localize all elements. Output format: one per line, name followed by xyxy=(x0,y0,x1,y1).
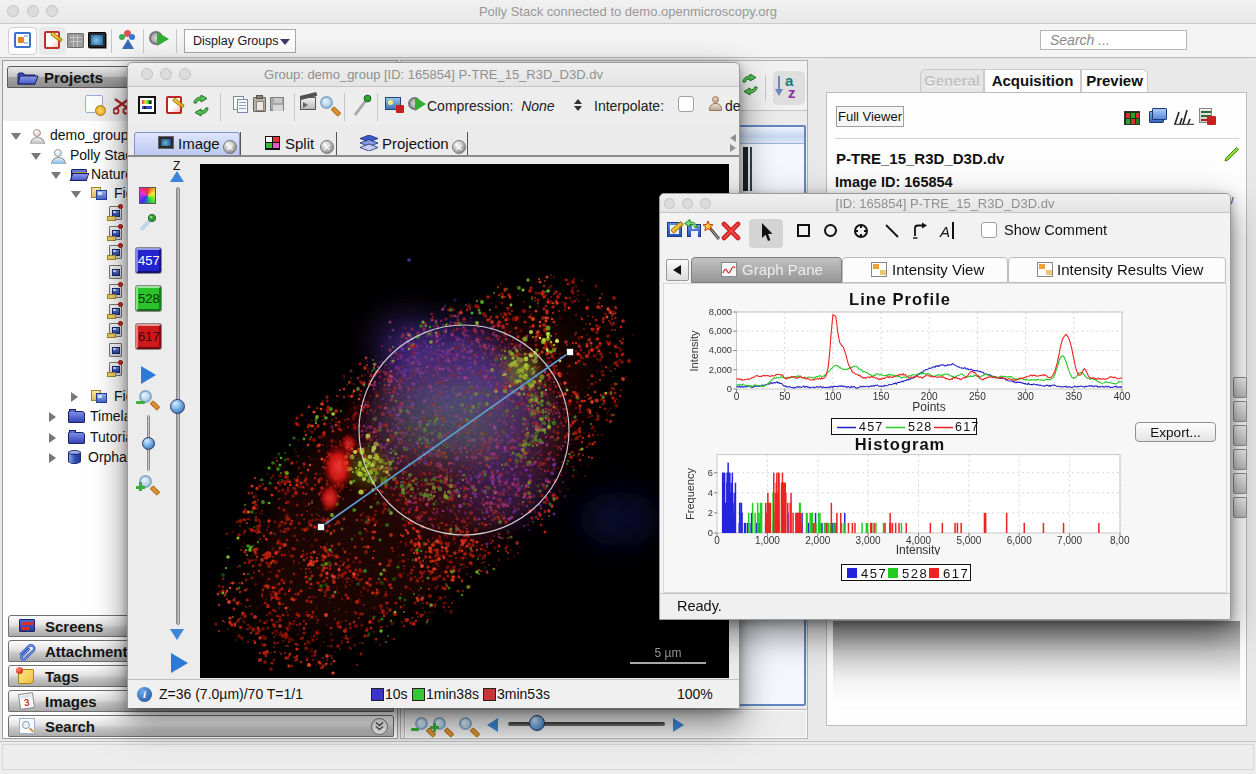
svg-text:0: 0 xyxy=(714,535,720,546)
svg-text:8,000: 8,000 xyxy=(709,307,732,317)
svg-text:6: 6 xyxy=(708,468,713,478)
svg-text:2: 2 xyxy=(708,508,713,518)
svg-text:Points: Points xyxy=(912,400,945,412)
svg-text:2,000: 2,000 xyxy=(805,535,830,546)
svg-text:2,000: 2,000 xyxy=(709,365,732,375)
svg-text:Intensity: Intensity xyxy=(688,330,700,371)
svg-text:5 µm: 5 µm xyxy=(655,646,682,660)
svg-text:5,000: 5,000 xyxy=(956,535,981,546)
svg-text:250: 250 xyxy=(969,391,986,402)
svg-text:0: 0 xyxy=(727,384,732,394)
svg-text:4: 4 xyxy=(708,488,713,498)
svg-text:Intensity: Intensity xyxy=(896,543,941,555)
svg-text:3,000: 3,000 xyxy=(856,535,881,546)
svg-text:1,000: 1,000 xyxy=(755,535,780,546)
svg-text:8,00: 8,00 xyxy=(1110,535,1130,546)
svg-text:6,000: 6,000 xyxy=(1007,535,1032,546)
svg-text:50: 50 xyxy=(779,391,791,402)
svg-text:400: 400 xyxy=(1114,391,1131,402)
svg-text:0: 0 xyxy=(708,528,713,538)
svg-text:0: 0 xyxy=(734,391,740,402)
svg-text:Frequency: Frequency xyxy=(686,468,696,520)
svg-text:100: 100 xyxy=(825,391,842,402)
svg-text:300: 300 xyxy=(1017,391,1034,402)
svg-text:6,000: 6,000 xyxy=(709,326,732,336)
svg-text:7,000: 7,000 xyxy=(1057,535,1082,546)
svg-text:350: 350 xyxy=(1065,391,1082,402)
svg-text:4,000: 4,000 xyxy=(709,345,732,355)
svg-text:150: 150 xyxy=(873,391,890,402)
